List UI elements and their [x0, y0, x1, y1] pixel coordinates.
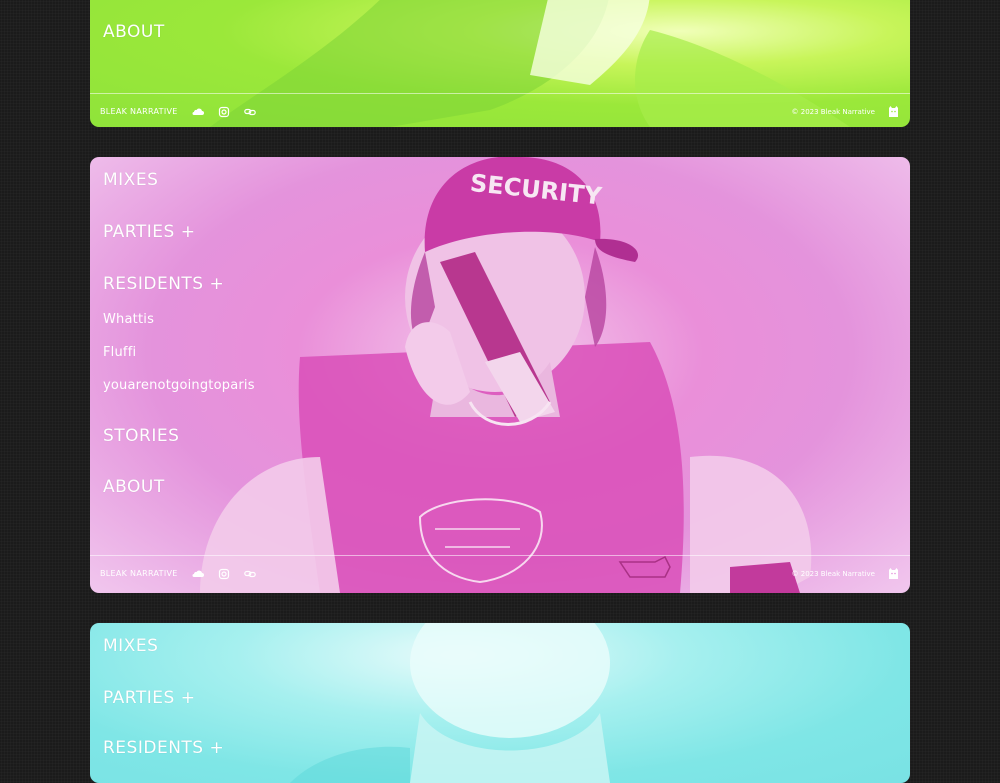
nav-parties[interactable]: PARTIES + — [103, 688, 195, 708]
footer-brand[interactable]: BLEAK NARRATIVE — [100, 107, 178, 116]
cyan-photo — [290, 623, 610, 783]
nav-residents[interactable]: RESIDENTS + — [103, 274, 224, 294]
link-icon[interactable] — [243, 568, 256, 580]
mascot-icon — [889, 106, 898, 117]
link-icon[interactable] — [243, 106, 256, 118]
cyan-menu-card: MIXES PARTIES + RESIDENTS + — [90, 623, 910, 783]
resident-whattis[interactable]: Whattis — [103, 312, 154, 327]
footer-copyright: © 2023 Bleak Narrative — [791, 107, 875, 116]
cap-text: SECURITY — [469, 169, 604, 211]
nav-mixes[interactable]: MIXES — [103, 636, 158, 656]
nav-about[interactable]: ABOUT — [103, 22, 165, 42]
nav-about[interactable]: ABOUT — [103, 477, 165, 497]
instagram-icon[interactable] — [218, 106, 230, 118]
footer-copyright: © 2023 Bleak Narrative — [791, 569, 875, 578]
footer-brand[interactable]: BLEAK NARRATIVE — [100, 569, 178, 578]
nav-parties[interactable]: PARTIES + — [103, 222, 195, 242]
nav-stories[interactable]: STORIES — [103, 426, 179, 446]
green-menu-card: ABOUT BLEAK NARRATIVE © 2023 Bleak Narra… — [90, 0, 910, 127]
soundcloud-icon[interactable] — [192, 106, 204, 118]
footer: BLEAK NARRATIVE © 2023 Bleak Narrative — [90, 555, 910, 591]
footer: BLEAK NARRATIVE © 2023 Bleak Narrative — [90, 93, 910, 127]
nav-residents[interactable]: RESIDENTS + — [103, 738, 224, 758]
resident-youarenotgoingtoparis[interactable]: youarenotgoingtoparis — [103, 378, 255, 393]
nav-mixes[interactable]: MIXES — [103, 170, 158, 190]
pink-menu-card: SECURITY MIXES PARTIES + RESIDENTS + Wha… — [90, 157, 910, 593]
pink-photo: SECURITY — [200, 157, 812, 593]
soundcloud-icon[interactable] — [192, 568, 204, 580]
mascot-icon — [889, 568, 898, 579]
resident-fluffi[interactable]: Fluffi — [103, 345, 136, 360]
instagram-icon[interactable] — [218, 568, 230, 580]
